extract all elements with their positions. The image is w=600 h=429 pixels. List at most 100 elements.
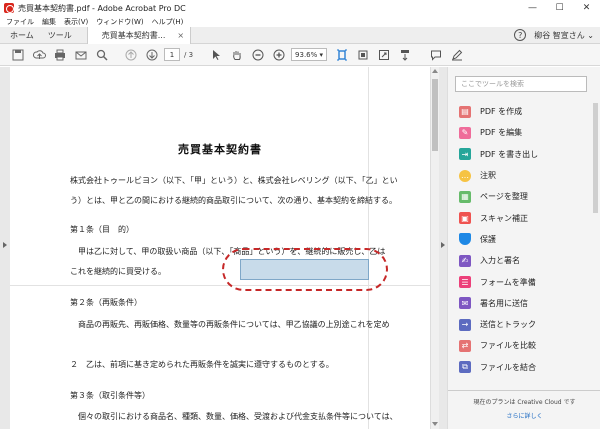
select-cursor-icon[interactable]: [207, 46, 225, 64]
menu-view[interactable]: 表示(V): [64, 17, 88, 27]
tool-scan[interactable]: ▣ スキャン補正: [448, 207, 600, 228]
tab-bar: ホーム ツール 売買基本契約書... × ? 柳谷 智宣さん ⌄: [0, 26, 600, 44]
title-bar: 売買基本契約書.pdf - Adobe Acrobat Pro DC — ☐ ✕: [0, 0, 600, 16]
document-line: 商品の再販先、再販価格、数量等の再販条件については、甲乙協議の上別途これを定め: [70, 320, 390, 329]
page-total: / 3: [184, 50, 194, 59]
tool-label: ファイルを結合: [480, 362, 536, 372]
previous-page-icon[interactable]: [122, 46, 140, 64]
send-sign-icon: ✉: [459, 297, 471, 310]
tools-search-input[interactable]: ここでツールを検索: [455, 76, 587, 92]
tools-footer: 現在のプランは Creative Cloud です さらに詳しく: [448, 390, 600, 429]
document-heading: 売買基本契約書: [178, 143, 262, 156]
help-icon[interactable]: ?: [514, 29, 527, 41]
tab-home[interactable]: ホーム: [3, 30, 41, 41]
right-panel-toggle[interactable]: [439, 67, 447, 429]
tool-fill-sign[interactable]: ✍ 入力と署名: [448, 250, 600, 271]
left-panel-toggle[interactable]: [0, 67, 10, 429]
organize-pages-icon: ▦: [459, 190, 471, 203]
tool-organize-pages[interactable]: ▦ ページを整理: [448, 186, 600, 207]
document-line: ２ 乙は、前項に基き定められた再販条件を誠実に遵守するものとする。: [70, 360, 334, 369]
menu-file[interactable]: ファイル: [6, 17, 34, 27]
document-line: これを継続的に買受ける。: [70, 267, 166, 276]
tool-label: 注釈: [480, 171, 496, 181]
tab-document[interactable]: 売買基本契約書... ×: [86, 26, 192, 44]
export-pdf-icon: ⇥: [459, 148, 471, 161]
expand-left-icon: [3, 242, 7, 248]
tool-label: PDF を編集: [480, 128, 523, 138]
sign-pen-icon[interactable]: [448, 46, 466, 64]
zoom-level-value: 93.6%: [295, 50, 318, 59]
menu-edit[interactable]: 編集: [42, 17, 56, 27]
tool-edit-pdf[interactable]: ✎ PDF を編集: [448, 122, 600, 143]
tool-label: スキャン補正: [480, 213, 528, 223]
menu-window[interactable]: ウィンドウ(W): [96, 17, 143, 27]
fill-sign-icon: ✍: [459, 254, 471, 267]
document-line: う）とは、甲と乙の間における継続的商品取引について、次の通り、基本契約を締結する…: [70, 196, 398, 205]
collapse-right-icon: [441, 242, 445, 248]
tool-create-pdf[interactable]: ▤ PDF を作成: [448, 101, 600, 122]
compare-icon: ⇄: [459, 339, 471, 352]
zoom-level-select[interactable]: 93.6% ▾: [291, 48, 328, 61]
tool-combine[interactable]: ⧉ ファイルを結合: [448, 357, 600, 378]
document-line: 株式会社トゥールビヨン（以下、「甲」という）と、株式会社レベリング（以下、「乙」…: [70, 176, 398, 185]
tool-prepare-form[interactable]: ☰ フォームを準備: [448, 271, 600, 292]
scroll-up-icon[interactable]: [432, 69, 438, 73]
document-line: 第３条（取引条件等）: [70, 391, 150, 400]
tool-label: フォームを準備: [480, 277, 536, 287]
account-menu[interactable]: 柳谷 智宣さん ⌄: [534, 30, 594, 41]
window-title: 売買基本契約書.pdf - Adobe Acrobat Pro DC: [18, 3, 186, 13]
create-pdf-icon: ▤: [459, 105, 471, 118]
tool-label: ページを整理: [480, 192, 528, 202]
acrobat-app-icon: [4, 3, 14, 13]
edit-pdf-icon: ✎: [459, 126, 471, 139]
tool-compare[interactable]: ⇄ ファイルを比較: [448, 335, 600, 356]
minimize-button[interactable]: —: [519, 0, 546, 16]
menu-help[interactable]: ヘルプ(H): [152, 17, 184, 27]
scroll-mode-icon[interactable]: [396, 46, 414, 64]
document-line: 個々の取引における商品名、種類、数量、価格、受渡および代金支払条件等については、: [70, 412, 398, 421]
hand-tool-icon[interactable]: [228, 46, 246, 64]
fit-page-icon[interactable]: [354, 46, 372, 64]
page-display-icon[interactable]: [333, 46, 351, 64]
scroll-down-icon[interactable]: [432, 422, 438, 426]
scrollbar-thumb[interactable]: [432, 79, 438, 151]
email-icon[interactable]: [72, 46, 90, 64]
chevron-down-icon: ▾: [319, 50, 324, 59]
document-viewport[interactable]: 売買基本契約書 株式会社トゥールビヨン（以下、「甲」という）と、株式会社レベリン…: [10, 67, 430, 429]
tool-comment[interactable]: … 注釈: [448, 165, 600, 186]
zoom-out-icon[interactable]: [249, 46, 267, 64]
comment-icon[interactable]: [427, 46, 445, 64]
tool-label: PDF を書き出し: [480, 149, 539, 159]
tool-label: 入力と署名: [480, 256, 520, 266]
tab-close-icon[interactable]: ×: [177, 31, 184, 40]
window-controls: — ☐ ✕: [519, 0, 600, 16]
zoom-in-icon[interactable]: [270, 46, 288, 64]
tool-send-track[interactable]: → 送信とトラック: [448, 314, 600, 335]
maximize-button[interactable]: ☐: [546, 0, 573, 16]
tool-send-sign[interactable]: ✉ 署名用に送信: [448, 293, 600, 314]
document-line: 第２条（再販条件）: [70, 298, 142, 307]
save-icon[interactable]: [9, 46, 27, 64]
page-number-input[interactable]: 1: [164, 48, 180, 61]
print-icon[interactable]: [51, 46, 69, 64]
tool-protect[interactable]: 保護: [448, 229, 600, 250]
upload-cloud-icon[interactable]: [30, 46, 48, 64]
send-track-icon: →: [459, 318, 471, 331]
comment-icon: …: [459, 169, 471, 182]
pdf-page: 売買基本契約書 株式会社トゥールビヨン（以下、「甲」という）と、株式会社レベリン…: [10, 67, 430, 429]
next-page-icon[interactable]: [143, 46, 161, 64]
tool-export-pdf[interactable]: ⇥ PDF を書き出し: [448, 144, 600, 165]
prepare-form-icon: ☰: [459, 276, 471, 289]
tools-pane: ここでツールを検索 ▤ PDF を作成 ✎ PDF を編集 ⇥ PDF を書き出し ……: [447, 67, 600, 429]
combine-icon: ⧉: [459, 361, 471, 374]
plan-text: 現在のプランは Creative Cloud です: [473, 399, 576, 406]
tools-scrollbar[interactable]: [592, 67, 600, 390]
tool-label: 送信とトラック: [480, 320, 536, 330]
learn-more-link[interactable]: さらに詳しく: [448, 411, 600, 420]
tab-tools[interactable]: ツール: [41, 30, 79, 41]
document-scrollbar[interactable]: [430, 67, 439, 429]
search-icon[interactable]: [93, 46, 111, 64]
tools-scrollbar-thumb[interactable]: [593, 103, 598, 213]
close-window-button[interactable]: ✕: [573, 0, 600, 16]
full-screen-icon[interactable]: [375, 46, 393, 64]
